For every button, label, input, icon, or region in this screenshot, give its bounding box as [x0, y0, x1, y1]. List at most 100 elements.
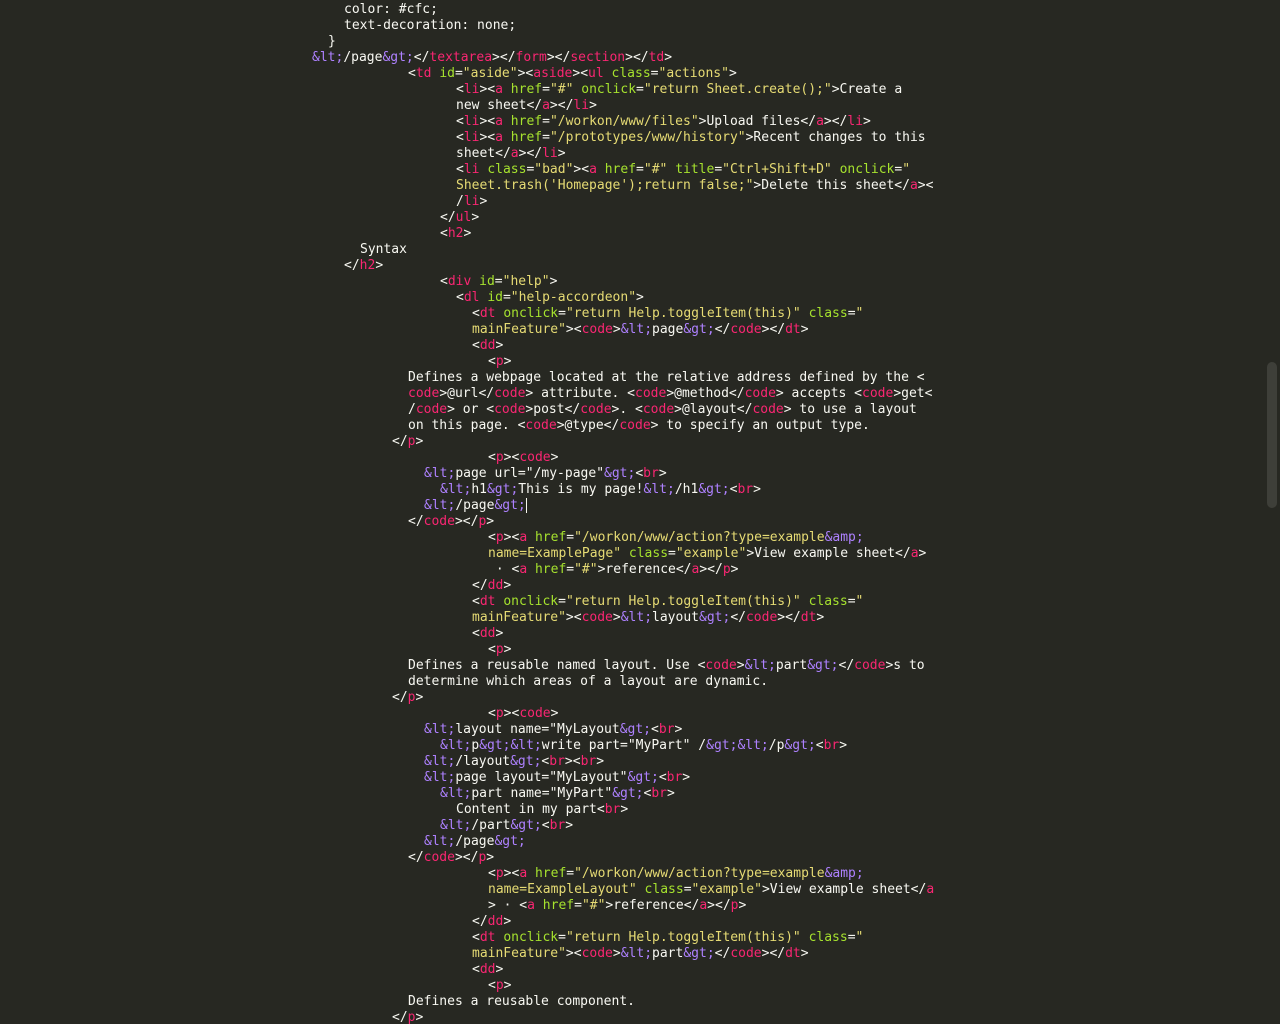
code-line-text: color: #cfc;: [344, 2, 438, 18]
code-token: part: [775, 658, 808, 673]
code-token: =: [542, 82, 550, 97]
vertical-scrollbar[interactable]: [1264, 0, 1280, 1024]
code-line: <li><a href="/prototypes/www/history">Re…: [0, 130, 1264, 146]
code-token: ": [855, 594, 864, 609]
code-token: dt: [800, 610, 817, 625]
code-token: li: [573, 98, 590, 113]
code-token: code: [862, 386, 894, 401]
code-token: li: [463, 194, 480, 209]
code-token: </: [408, 850, 424, 865]
code-token: a: [519, 562, 528, 577]
code-token: >: [479, 194, 488, 209]
code-token: td: [648, 50, 665, 65]
code-line-text: Sheet.trash('Homepage');return false;">D…: [456, 178, 933, 194]
code-token: code: [730, 946, 762, 961]
code-token: h1: [471, 482, 487, 497]
code-token: > attribute. <: [525, 386, 635, 401]
code-line: &lt;/page&gt;</textarea></form></section…: [0, 50, 1264, 66]
code-token: >: [667, 786, 675, 801]
code-line-text: <li><a href="/prototypes/www/history">Re…: [456, 130, 926, 146]
code-token: name=ExamplePage": [488, 546, 622, 561]
code-token: <: [488, 354, 496, 369]
code-token: &gt;: [382, 50, 414, 65]
code-token: "example": [675, 546, 747, 561]
code-token: "help-accordeon": [510, 290, 637, 305]
code-token: &gt;: [486, 482, 519, 497]
code-token: ></: [454, 850, 479, 865]
code-token: "/prototypes/www/history": [549, 130, 746, 145]
code-token: &lt;: [440, 482, 472, 497]
code-token: href: [534, 562, 567, 577]
code-line: &lt;/part&gt;<br>: [0, 818, 1264, 834]
code-line-text: new sheet</a></li>: [456, 98, 597, 114]
code-line-text: /code> or <code>post</code>. <code>@layo…: [408, 402, 917, 418]
code-token: ": [855, 930, 864, 945]
code-token: =: [683, 882, 692, 897]
code-token: >: [612, 610, 621, 625]
code-line: &lt;/page&gt;: [0, 498, 1264, 514]
code-token: /p: [768, 738, 785, 753]
code-token: code: [635, 386, 667, 401]
code-token: code: [752, 402, 784, 417]
code-line-text: </code></p>: [408, 850, 494, 866]
code-token: ></: [823, 114, 848, 129]
code-token: &lt;: [424, 834, 456, 849]
code-token: class: [808, 930, 848, 945]
code-token: class: [628, 546, 669, 561]
code-token: /layout: [455, 754, 511, 769]
code-token: >: [918, 546, 927, 561]
code-line: </dd>: [0, 914, 1264, 930]
code-token: /part: [471, 818, 511, 833]
code-token: &amp;: [824, 866, 864, 881]
code-token: <: [408, 66, 416, 81]
code-token: ><: [517, 66, 534, 81]
scrollbar-thumb[interactable]: [1267, 362, 1277, 508]
code-line: &lt;page layout="MyLayout"&gt;<br>: [0, 770, 1264, 786]
code-line: </p>: [0, 1010, 1264, 1024]
code-token: a: [542, 98, 550, 113]
code-token: <: [472, 930, 480, 945]
code-token: >Recent changes to this: [745, 130, 926, 145]
code-token: code: [581, 610, 613, 625]
code-line: &lt;h1&gt;This is my page!&lt;/h1&gt;<br…: [0, 482, 1264, 498]
code-area[interactable]: color: #cfc; text-decoration: none;} &lt;/…: [0, 2, 1264, 1024]
code-token: dl: [463, 290, 480, 305]
code-token: >Create a: [831, 82, 903, 97]
code-line: <li class="bad"><a href="#" title="Ctrl+…: [0, 162, 1264, 178]
code-token: &lt;: [620, 610, 653, 625]
code-line: on this page. <code>@type</code> to spec…: [0, 418, 1264, 434]
code-token: >: [620, 802, 629, 817]
code-token: id: [487, 290, 503, 305]
code-token: br: [549, 754, 565, 769]
code-token: >: [495, 962, 504, 977]
code-line: name=ExamplePage" class="example">View e…: [0, 546, 1264, 562]
code-token: </: [472, 578, 488, 593]
code-token: >: [549, 274, 558, 289]
code-token: <: [488, 706, 496, 721]
code-line-text: Defines a webpage located at the relativ…: [408, 370, 925, 386]
code-token: code: [423, 514, 455, 529]
code-token: >: [550, 450, 559, 465]
code-line: </dd>: [0, 578, 1264, 594]
code-token: href: [510, 130, 543, 145]
code-editor[interactable]: color: #cfc; text-decoration: none;} &lt;/…: [0, 0, 1280, 1024]
code-token: >: [503, 578, 512, 593]
code-token: a: [589, 162, 597, 177]
code-token: "actions": [658, 66, 729, 81]
code-token: layout name="MyLayout: [455, 722, 620, 737]
code-token: >: [612, 322, 621, 337]
code-token: >: [415, 690, 424, 705]
code-token: >: [503, 354, 512, 369]
code-token: a: [909, 178, 918, 193]
code-token: ></: [761, 946, 786, 961]
code-token: &lt;: [620, 946, 653, 961]
code-token: code: [642, 402, 675, 417]
code-token: text-decoration: none;: [344, 18, 517, 33]
code-token: ></: [546, 50, 571, 65]
code-token: /h1: [674, 482, 699, 497]
code-token: "#": [549, 82, 574, 97]
code-token: >View example sheet</: [761, 882, 927, 897]
